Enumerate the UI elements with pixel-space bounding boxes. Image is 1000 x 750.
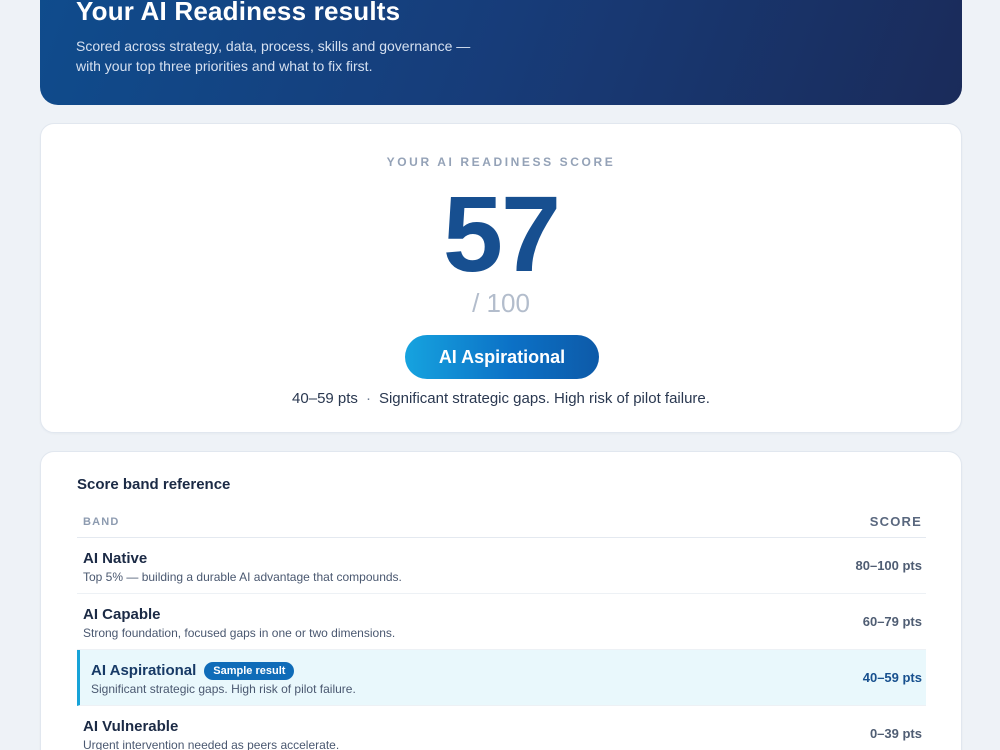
table-row-ai-native: AI Native Top 5% — building a durable AI… (77, 538, 926, 594)
band-range: 40–59 pts (292, 390, 358, 407)
table-row-ai-vulnerable: AI Vulnerable Urgent intervention needed… (77, 706, 926, 750)
band-row-description: Strong foundation, focused gaps in one o… (83, 626, 396, 640)
band-table: BAND SCORE AI Native Top 5% — building a… (77, 510, 926, 750)
band-name: AI Native (83, 550, 148, 567)
band-name: AI Capable (83, 606, 161, 623)
band-row-description: Urgent intervention needed as peers acce… (83, 738, 340, 750)
band-points: 0–39 pts (869, 726, 922, 741)
table-row-ai-aspirational: AI Aspirational Sample result Significant… (77, 650, 926, 706)
band-summary: 40–59 pts · Significant strategic gaps. Hi… (41, 389, 961, 409)
band-points: 40–59 pts (862, 670, 922, 685)
band-row-description: Top 5% — building a durable AI advantage… (83, 570, 402, 584)
score-card: YOUR AI READINESS SCORE 57 / 100 AI Aspi… (40, 123, 962, 433)
table-row-ai-capable: AI Capable Strong foundation, focused ga… (77, 594, 926, 650)
score-max: / 100 (472, 288, 530, 318)
band-row-description: Significant strategic gaps. High risk of… (91, 682, 356, 696)
score-band-reference-card: Score band reference BAND SCORE AI Nativ… (40, 451, 962, 750)
column-header-score: SCORE (869, 514, 922, 529)
band-name: AI Vulnerable (83, 718, 179, 735)
score-value: 57 (442, 173, 561, 294)
sample-result-badge: Sample result (204, 662, 295, 680)
band-name-row: AI Aspirational Sample result (91, 662, 295, 680)
results-page: Your AI Readiness results Scored across … (0, 0, 1000, 750)
page-title: Your AI Readiness results (76, 0, 401, 26)
page-subtitle: Scored across strategy, data, process, s… (76, 38, 471, 74)
table-header: BAND SCORE (77, 510, 926, 538)
band-pill: AI Aspirational (405, 335, 599, 379)
band-points: 80–100 pts (855, 558, 923, 573)
score-eyebrow: YOUR AI READINESS SCORE (386, 155, 616, 169)
band-description: Significant strategic gaps. High risk of… (378, 390, 710, 407)
hero-banner: Your AI Readiness results Scored across … (40, 0, 962, 105)
separator-dot: · (365, 390, 371, 407)
reference-title: Score band reference (77, 476, 231, 493)
column-header-band: BAND (83, 516, 120, 528)
band-name: AI Aspirational (91, 662, 197, 679)
band-points: 60–79 pts (862, 614, 922, 629)
